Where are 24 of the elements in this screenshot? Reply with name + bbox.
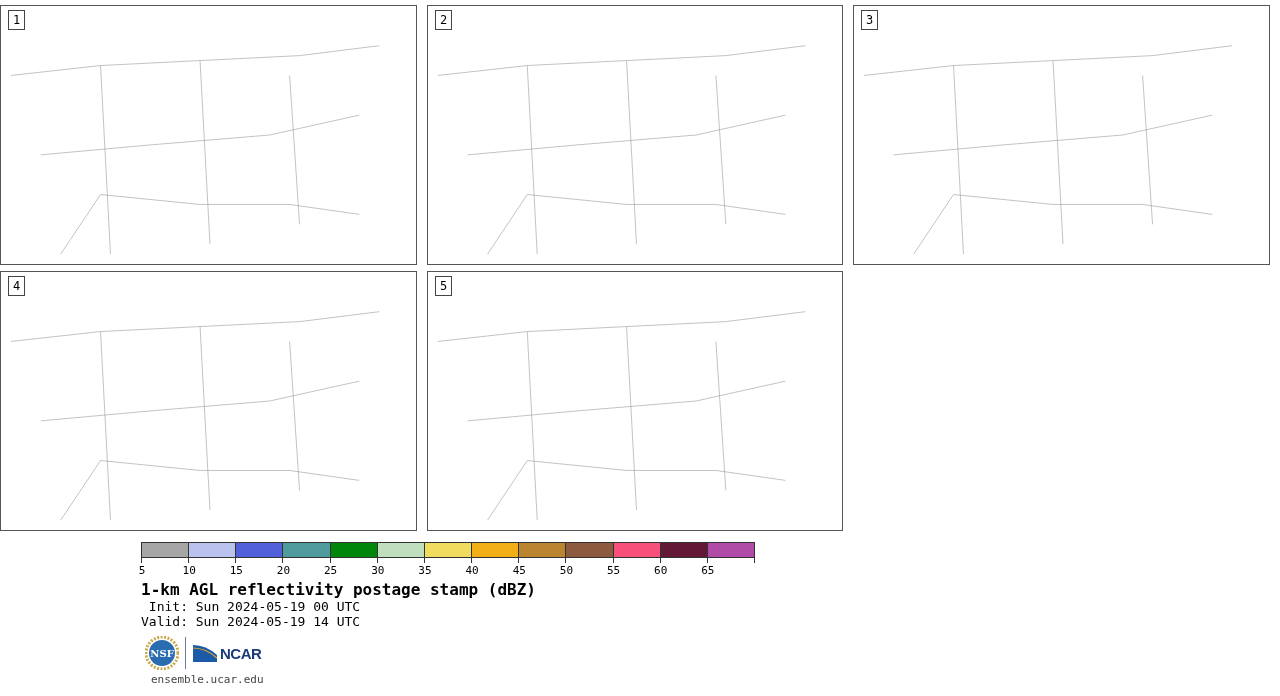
scale-tick-label: 5 — [138, 564, 146, 577]
scale-tick-label: 30 — [371, 564, 385, 577]
scale-tick-label: 40 — [465, 564, 479, 577]
scale-tick-label: 20 — [276, 564, 291, 577]
scale-tick-label: 55 — [606, 564, 621, 577]
scale-tick-label: 25 — [324, 564, 338, 577]
panel-number: 5 — [435, 276, 453, 296]
init-time: Init: Sun 2024-05-19 00 UTC — [147, 599, 362, 614]
ncar-logo: NCAR — [192, 643, 262, 663]
scale-tick-label: 10 — [182, 564, 196, 577]
scale-tick-label: 35 — [418, 564, 432, 577]
scale-tick-label: 50 — [559, 564, 574, 577]
nsf-logo: NSF — [145, 636, 179, 670]
panel-number: 4 — [8, 276, 26, 296]
panel-number: 3 — [861, 10, 879, 30]
panel-number: 2 — [435, 10, 453, 30]
scale-tick-label: 15 — [229, 564, 243, 577]
panel-number: 1 — [8, 10, 26, 30]
scale-tick-label: 65 — [701, 564, 715, 577]
plot-title: 1-km AGL reflectivity postage stamp (dBZ) — [141, 580, 537, 599]
valid-time: Valid: Sun 2024-05-19 14 UTC — [141, 614, 362, 629]
scale-tick-label: 45 — [512, 564, 526, 577]
scale-tick-label: 60 — [654, 564, 668, 577]
website-url: ensemble.ucar.edu — [151, 673, 265, 686]
